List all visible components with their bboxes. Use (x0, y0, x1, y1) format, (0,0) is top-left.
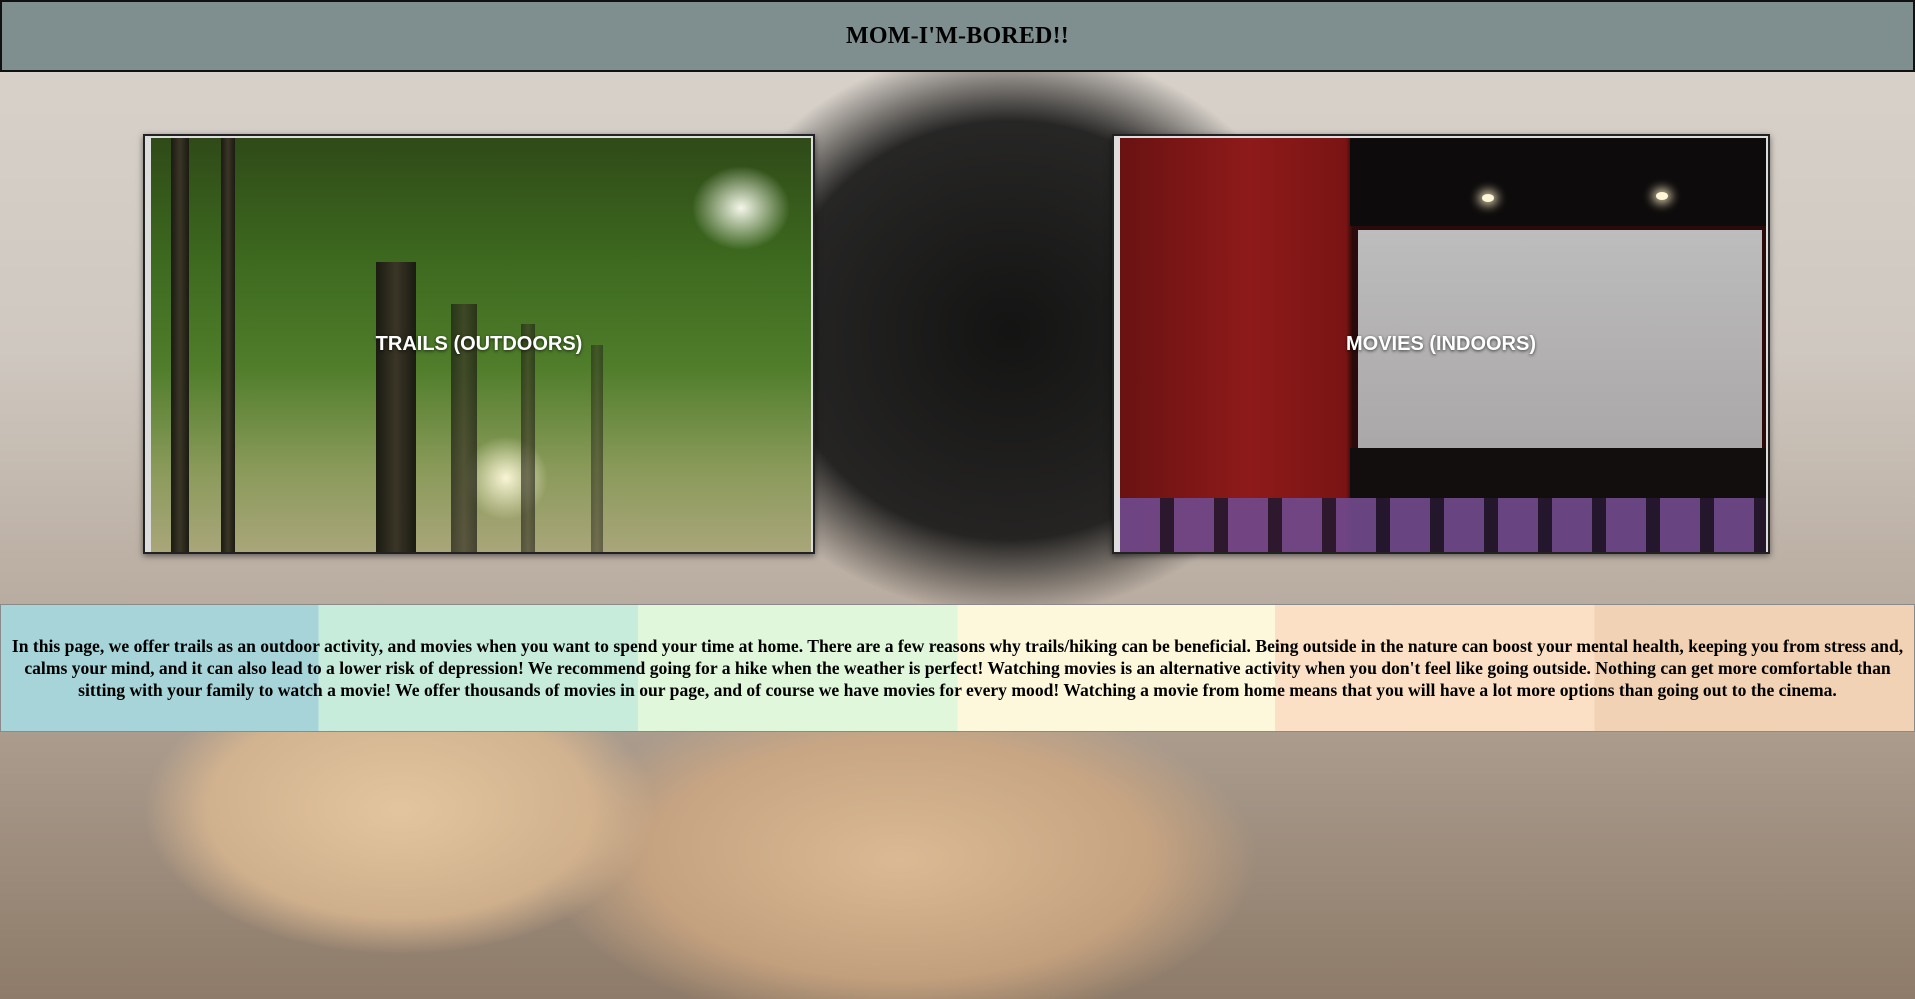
info-text: In this page, we offer trails as an outd… (11, 636, 1904, 700)
movies-card[interactable]: MOVIES (INDOORS) (1112, 134, 1770, 554)
trails-card-label: TRAILS (OUTDOORS) (375, 332, 583, 355)
info-section: In this page, we offer trails as an outd… (0, 604, 1915, 732)
movies-card-label: MOVIES (INDOORS) (1345, 332, 1536, 355)
site-header: MOM-I'M-BORED!! (0, 0, 1915, 72)
trails-card[interactable]: TRAILS (OUTDOORS) (143, 134, 815, 554)
site-title: MOM-I'M-BORED!! (846, 22, 1069, 49)
